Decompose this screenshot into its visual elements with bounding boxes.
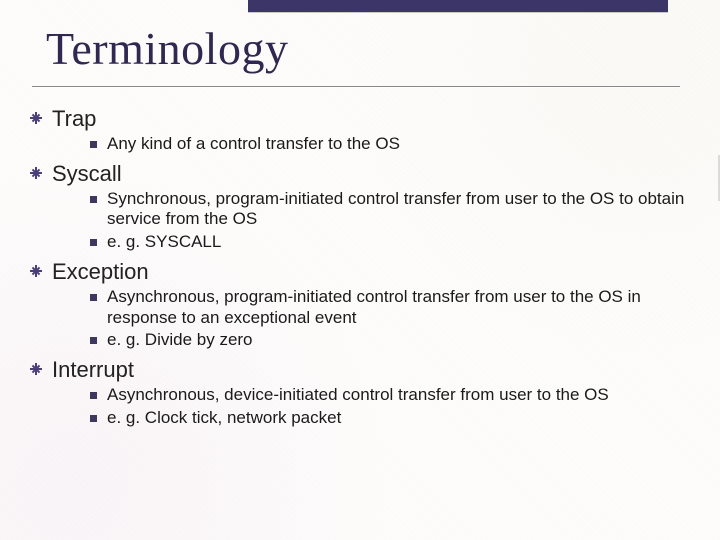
sub-text: Any kind of a control transfer to the OS	[107, 134, 400, 155]
sub-text: e. g. Clock tick, network packet	[107, 408, 341, 429]
term-label: Exception	[52, 259, 149, 285]
square-bullet-icon	[90, 196, 97, 203]
title-underline	[32, 86, 680, 87]
star-bullet-icon	[30, 112, 42, 124]
sub-text: e. g. Divide by zero	[107, 330, 253, 351]
term-label: Interrupt	[52, 357, 134, 383]
sub-text: Synchronous, program-initiated control t…	[107, 189, 696, 230]
sub-list-item: Asynchronous, device-initiated control t…	[90, 385, 702, 406]
square-bullet-icon	[90, 239, 97, 246]
term-label: Trap	[52, 106, 96, 132]
slide-body: Trap Any kind of a control transfer to t…	[30, 100, 702, 530]
sub-list-item: e. g. SYSCALL	[90, 232, 702, 253]
sub-list-item: e. g. Divide by zero	[90, 330, 702, 351]
square-bullet-icon	[90, 294, 97, 301]
sub-text: Asynchronous, program-initiated control …	[107, 287, 696, 328]
square-bullet-icon	[90, 141, 97, 148]
sub-text: Asynchronous, device-initiated control t…	[107, 385, 609, 406]
square-bullet-icon	[90, 337, 97, 344]
star-bullet-icon	[30, 265, 42, 277]
square-bullet-icon	[90, 415, 97, 422]
square-bullet-icon	[90, 392, 97, 399]
sub-list-item: Any kind of a control transfer to the OS	[90, 134, 702, 155]
list-item: Interrupt	[30, 357, 702, 383]
header-accent-bar	[248, 0, 668, 12]
star-bullet-icon	[30, 167, 42, 179]
list-item: Syscall	[30, 161, 702, 187]
list-item: Trap	[30, 106, 702, 132]
sub-text: e. g. SYSCALL	[107, 232, 221, 253]
slide-title: Terminology	[46, 22, 288, 75]
list-item: Exception	[30, 259, 702, 285]
sub-list-item: Synchronous, program-initiated control t…	[90, 189, 702, 230]
sub-list-item: Asynchronous, program-initiated control …	[90, 287, 702, 328]
star-bullet-icon	[30, 363, 42, 375]
sub-list-item: e. g. Clock tick, network packet	[90, 408, 702, 429]
term-label: Syscall	[52, 161, 122, 187]
